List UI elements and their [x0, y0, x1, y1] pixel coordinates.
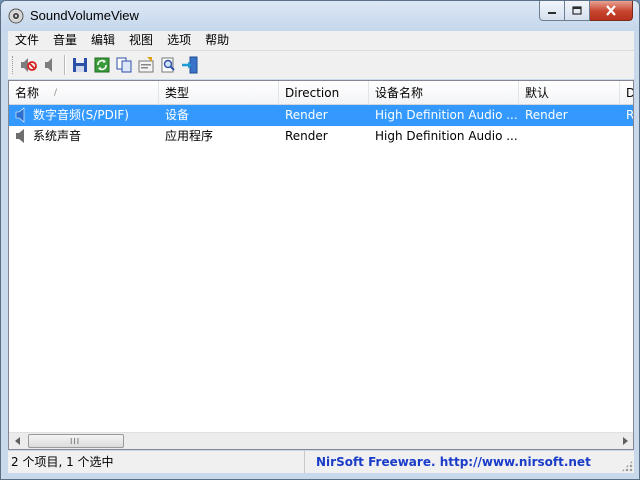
- cell-name: 数字音频(S/PDIF): [33, 108, 129, 122]
- cell-name: 系统声音: [33, 129, 82, 143]
- exit-button[interactable]: [181, 56, 199, 74]
- copy-button[interactable]: [115, 56, 133, 74]
- properties-icon: [138, 57, 154, 73]
- close-button[interactable]: [590, 1, 633, 21]
- toolbar: [8, 50, 634, 79]
- window-title: SoundVolumeView: [30, 8, 139, 23]
- column-header-label: D: [626, 86, 633, 100]
- column-header: 名称 / 类型 Direction 设备名称 默认 D: [9, 81, 633, 105]
- scroll-thumb[interactable]: III: [28, 434, 124, 448]
- column-header-name[interactable]: 名称 /: [9, 81, 159, 105]
- cell-extra: [620, 126, 633, 147]
- horizontal-scrollbar[interactable]: III: [9, 432, 633, 449]
- cell-type: 设备: [165, 108, 190, 122]
- resize-grip[interactable]: [621, 460, 633, 472]
- main-window: SoundVolumeView 文件 音量 编辑 视图 选项 帮助 名称 / 类…: [0, 0, 640, 480]
- scroll-left-button[interactable]: [9, 433, 26, 449]
- cell-default: Render: [525, 108, 568, 122]
- status-summary: 2 个项目, 1 个选中: [8, 451, 305, 473]
- toolbar-grip[interactable]: [12, 56, 15, 74]
- mute-button[interactable]: [19, 56, 37, 74]
- column-header-direction[interactable]: Direction: [279, 81, 369, 105]
- speaker-icon: [45, 58, 52, 72]
- properties-button[interactable]: [137, 56, 155, 74]
- copy-icon: [116, 57, 132, 73]
- refresh-button[interactable]: [93, 56, 111, 74]
- speaker-mute-icon: [21, 58, 37, 72]
- menu-edit[interactable]: 编辑: [84, 31, 122, 50]
- menu-bar: 文件 音量 编辑 视图 选项 帮助: [8, 31, 634, 50]
- column-header-extra[interactable]: D: [620, 81, 633, 105]
- cell-type: 应用程序: [165, 129, 214, 143]
- window-controls: [539, 1, 633, 21]
- menu-file[interactable]: 文件: [8, 31, 46, 50]
- table-row[interactable]: 数字音频(S/PDIF) 设备 Render High Definition A…: [9, 105, 634, 126]
- cell-direction: Render: [285, 129, 328, 143]
- cell-device-name: High Definition Audio ...: [375, 129, 518, 143]
- scroll-thumb-grip: III: [70, 437, 81, 446]
- maximize-icon: [572, 5, 582, 15]
- table-row[interactable]: 系统声音 应用程序 Render High Definition Audio .…: [9, 126, 633, 147]
- menu-help[interactable]: 帮助: [198, 31, 236, 50]
- menu-view[interactable]: 视图: [122, 31, 160, 50]
- find-button[interactable]: [159, 56, 177, 74]
- column-header-default[interactable]: 默认: [519, 81, 620, 105]
- cell-extra: R: [626, 108, 634, 122]
- cell-device-name: High Definition Audio ...: [375, 108, 518, 122]
- minimize-button[interactable]: [539, 1, 565, 21]
- column-header-device-name[interactable]: 设备名称: [369, 81, 519, 105]
- arrow-right-icon: [622, 437, 628, 445]
- toolbar-separator: [64, 55, 66, 75]
- column-header-label: 名称: [15, 86, 40, 100]
- column-header-label: 类型: [165, 86, 190, 100]
- status-bar: 2 个项目, 1 个选中 NirSoft Freeware. http://ww…: [8, 451, 634, 473]
- scroll-right-button[interactable]: [616, 433, 633, 449]
- unmute-button[interactable]: [41, 56, 59, 74]
- column-header-type[interactable]: 类型: [159, 81, 279, 105]
- floppy-disk-icon: [73, 58, 87, 72]
- refresh-icon: [94, 57, 110, 73]
- column-header-label: 设备名称: [375, 86, 424, 100]
- device-list[interactable]: 名称 / 类型 Direction 设备名称 默认 D 数字音频(S/: [8, 80, 634, 450]
- save-button[interactable]: [71, 56, 89, 74]
- cell-direction: Render: [285, 108, 328, 122]
- exit-icon: [182, 56, 198, 74]
- arrow-left-icon: [14, 437, 20, 445]
- title-bar[interactable]: SoundVolumeView: [1, 1, 639, 31]
- column-header-label: 默认: [525, 86, 550, 100]
- close-icon: [606, 5, 616, 16]
- maximize-button[interactable]: [565, 1, 590, 21]
- app-icon: [8, 8, 24, 24]
- find-icon: [161, 57, 175, 73]
- column-header-label: Direction: [285, 86, 340, 100]
- minimize-icon: [548, 11, 556, 14]
- menu-volume[interactable]: 音量: [46, 31, 84, 50]
- menu-options[interactable]: 选项: [160, 31, 198, 50]
- nirsoft-link[interactable]: NirSoft Freeware. http://www.nirsoft.net: [316, 451, 591, 473]
- cell-default: [519, 126, 620, 147]
- sort-ascending-icon: /: [54, 88, 58, 98]
